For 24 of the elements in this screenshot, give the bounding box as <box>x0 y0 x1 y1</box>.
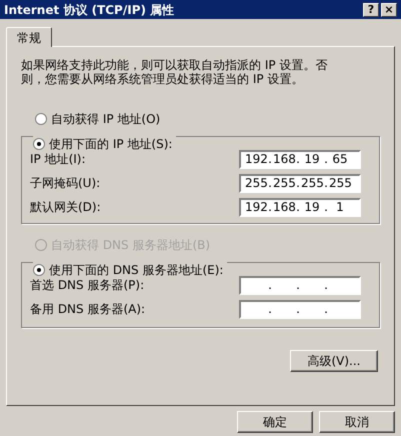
ip-address-field[interactable]: 192.168. 19 . 1 <box>239 198 361 216</box>
radio-button[interactable] <box>33 138 45 150</box>
ip-address-field[interactable]: . . . <box>239 276 361 294</box>
description-text: 如果网络支持此功能，则可以获取自动指派的 IP 设置。否则，您需要从网络系统管理员处获得适当的 IP 设置。 <box>21 58 328 86</box>
radio-label: 使用下面的 IP 地址(S): <box>49 136 172 153</box>
window-title: Internet 协议 (TCP/IP) 属性 <box>4 2 174 18</box>
ip-address-field[interactable]: . . . <box>239 300 361 318</box>
radio-button[interactable] <box>33 264 45 276</box>
field-label: 备用 DNS 服务器(A): <box>30 301 146 318</box>
field-label: IP 地址(I): <box>30 151 86 168</box>
ip-address-field[interactable]: 255.255.255.255 <box>239 174 361 192</box>
ok-button[interactable]: 确定 <box>237 411 313 433</box>
radio-label: 自动获得 IP 地址(O) <box>51 111 160 128</box>
ip-address-field[interactable]: 192.168. 19 . 65 <box>239 150 361 168</box>
field-label: 子网掩码(U): <box>30 175 100 192</box>
tab[interactable]: 常规 <box>6 27 52 47</box>
close-button[interactable]: × <box>381 2 397 16</box>
advanced-button[interactable]: 高级(V)... <box>290 350 378 372</box>
field-label: 默认网关(D): <box>30 199 101 216</box>
field-label: 首选 DNS 服务器(P): <box>30 277 144 294</box>
radio-button[interactable] <box>35 113 47 125</box>
cancel-button[interactable]: 取消 <box>319 411 395 433</box>
radio-label: 使用下面的 DNS 服务器地址(E): <box>49 262 224 279</box>
help-button[interactable]: ? <box>363 2 379 16</box>
